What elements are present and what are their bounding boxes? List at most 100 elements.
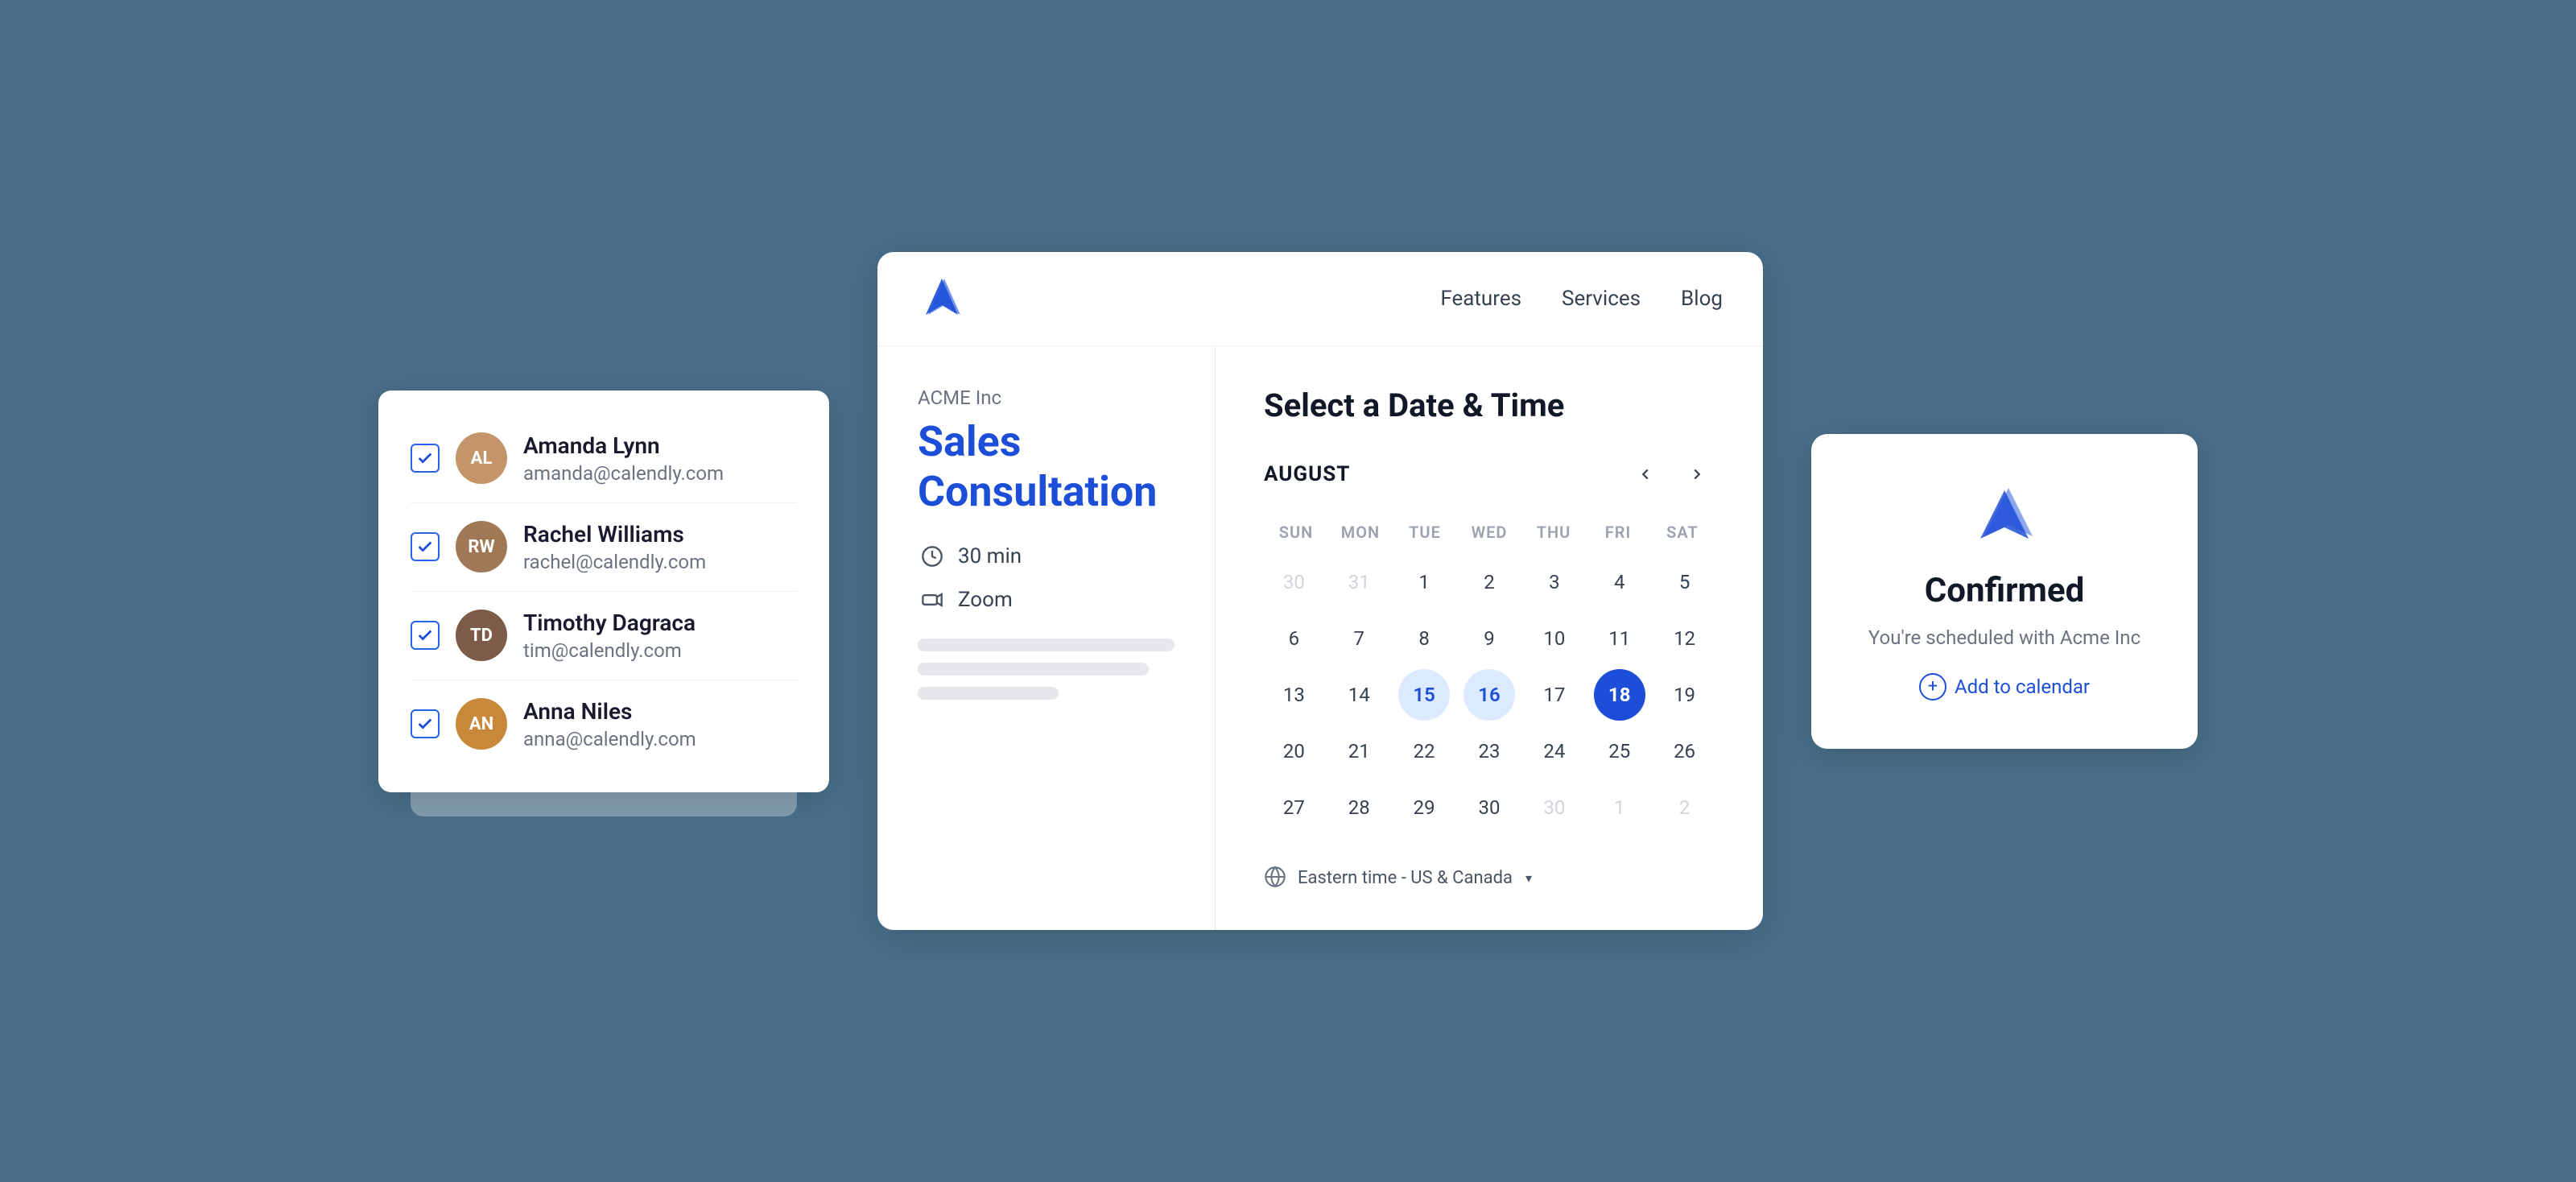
company-name: ACME Inc <box>918 386 1174 409</box>
calendar-day[interactable]: 7 <box>1333 613 1385 664</box>
calendar-day: 1 <box>1594 782 1645 833</box>
clock-icon <box>918 542 947 571</box>
day-header: TUE <box>1393 516 1457 548</box>
duration-detail: 30 min <box>918 542 1174 571</box>
video-icon <box>918 585 947 614</box>
user-email: amanda@calendly.com <box>523 462 724 485</box>
calendar-day[interactable]: 30 <box>1463 782 1515 833</box>
user-email: anna@calendly.com <box>523 728 696 750</box>
confirmed-title: Confirmed <box>1925 571 2084 610</box>
prev-month-button[interactable] <box>1628 457 1663 492</box>
user-item: AN Anna Niles anna@calendly.com <box>411 680 797 768</box>
app-logo <box>918 275 966 323</box>
duration-text: 30 min <box>958 544 1022 568</box>
user-checkbox[interactable] <box>411 709 440 738</box>
user-name: Timothy Dagraca <box>523 610 696 636</box>
user-name: Anna Niles <box>523 698 696 725</box>
confirmed-logo <box>1964 482 2045 547</box>
user-info: Rachel Williams rachel@calendly.com <box>523 521 706 573</box>
platform-text: Zoom <box>958 588 1013 612</box>
timezone-row: Eastern time - US & Canada ▾ <box>1264 866 1715 890</box>
calendar-day[interactable]: 14 <box>1333 669 1385 721</box>
calendar-day[interactable]: 25 <box>1594 725 1645 777</box>
calendar-day: 30 <box>1529 782 1580 833</box>
calendar-nav-arrows <box>1628 457 1715 492</box>
calendar-day: 2 <box>1659 782 1711 833</box>
desc-line-2 <box>918 663 1149 676</box>
platform-detail: Zoom <box>918 585 1174 614</box>
calendar-day[interactable]: 6 <box>1268 613 1319 664</box>
user-item: RW Rachel Williams rachel@calendly.com <box>411 503 797 592</box>
service-title: Sales Consultation <box>918 417 1174 518</box>
next-month-button[interactable] <box>1679 457 1715 492</box>
calendar-day[interactable]: 9 <box>1463 613 1515 664</box>
day-header: SAT <box>1650 516 1715 548</box>
user-item: TD Timothy Dagraca tim@calendly.com <box>411 592 797 680</box>
user-list-card: AL Amanda Lynn amanda@calendly.com RW Ra… <box>378 391 829 792</box>
user-checkbox[interactable] <box>411 444 440 473</box>
desc-line-1 <box>918 639 1174 651</box>
globe-icon <box>1264 866 1288 890</box>
user-name: Rachel Williams <box>523 521 706 548</box>
nav-links: Features Services Blog <box>1440 287 1723 311</box>
avatar-initials: RW <box>456 521 507 572</box>
calendar-day[interactable]: 24 <box>1529 725 1580 777</box>
booking-right-panel: Select a Date & Time AUGUST <box>1216 346 1763 930</box>
calendar-day[interactable]: 27 <box>1268 782 1319 833</box>
calendar-day[interactable]: 12 <box>1659 613 1711 664</box>
calendar-header: AUGUST <box>1264 457 1715 492</box>
calendar-day[interactable]: 5 <box>1659 556 1711 608</box>
calendar-day[interactable]: 4 <box>1594 556 1645 608</box>
timezone-dropdown-arrow[interactable]: ▾ <box>1525 870 1532 886</box>
description-placeholder <box>918 639 1174 700</box>
calendar-body: 3031123456789101112131415161718192021222… <box>1264 556 1715 833</box>
booking-left-panel: ACME Inc Sales Consultation 30 min <box>877 346 1216 930</box>
calendar-day[interactable]: 21 <box>1333 725 1385 777</box>
confirmed-subtitle: You're scheduled with Acme Inc <box>1868 626 2140 649</box>
avatar-initials: TD <box>456 610 507 661</box>
user-info: Anna Niles anna@calendly.com <box>523 698 696 750</box>
calendar-day[interactable]: 23 <box>1463 725 1515 777</box>
calendar-day[interactable]: 28 <box>1333 782 1385 833</box>
calendar-day[interactable]: 1 <box>1398 556 1450 608</box>
calendar-grid: SUNMONTUEWEDTHUFRISAT 303112345678910111… <box>1264 516 1715 833</box>
day-header: SUN <box>1264 516 1328 548</box>
calendar-day[interactable]: 2 <box>1463 556 1515 608</box>
calendar-day[interactable]: 26 <box>1659 725 1711 777</box>
calendar-day[interactable]: 13 <box>1268 669 1319 721</box>
calendar-day: 30 <box>1268 556 1319 608</box>
calendar-day[interactable]: 10 <box>1529 613 1580 664</box>
user-info: Amanda Lynn amanda@calendly.com <box>523 432 724 485</box>
calendar-title: Select a Date & Time <box>1264 386 1715 424</box>
month-label: AUGUST <box>1264 462 1350 486</box>
calendar-day[interactable]: 3 <box>1529 556 1580 608</box>
avatar-initials: AL <box>456 432 507 484</box>
nav-services[interactable]: Services <box>1562 287 1641 311</box>
user-checkbox[interactable] <box>411 532 440 561</box>
calendar-day[interactable]: 17 <box>1529 669 1580 721</box>
day-header: MON <box>1328 516 1393 548</box>
timezone-text: Eastern time - US & Canada <box>1298 868 1513 888</box>
calendar-day[interactable]: 15 <box>1398 669 1450 721</box>
user-name: Amanda Lynn <box>523 432 724 459</box>
desc-line-3 <box>918 687 1059 700</box>
calendar-day[interactable]: 8 <box>1398 613 1450 664</box>
user-avatar: AL <box>456 432 507 484</box>
scene: AL Amanda Lynn amanda@calendly.com RW Ra… <box>0 0 2576 1182</box>
calendar-day[interactable]: 18 <box>1594 669 1645 721</box>
calendar-day[interactable]: 19 <box>1659 669 1711 721</box>
user-checkbox[interactable] <box>411 621 440 650</box>
calendar-day: 31 <box>1333 556 1385 608</box>
nav-blog[interactable]: Blog <box>1681 287 1723 311</box>
add-calendar-icon: + <box>1919 673 1946 701</box>
nav-features[interactable]: Features <box>1440 287 1521 311</box>
user-avatar: RW <box>456 521 507 572</box>
calendar-day[interactable]: 20 <box>1268 725 1319 777</box>
day-header: FRI <box>1586 516 1650 548</box>
calendar-day[interactable]: 22 <box>1398 725 1450 777</box>
calendar-day[interactable]: 29 <box>1398 782 1450 833</box>
add-to-calendar-button[interactable]: + Add to calendar <box>1919 673 2090 701</box>
user-item: AL Amanda Lynn amanda@calendly.com <box>411 415 797 503</box>
calendar-day[interactable]: 11 <box>1594 613 1645 664</box>
calendar-day[interactable]: 16 <box>1463 669 1515 721</box>
